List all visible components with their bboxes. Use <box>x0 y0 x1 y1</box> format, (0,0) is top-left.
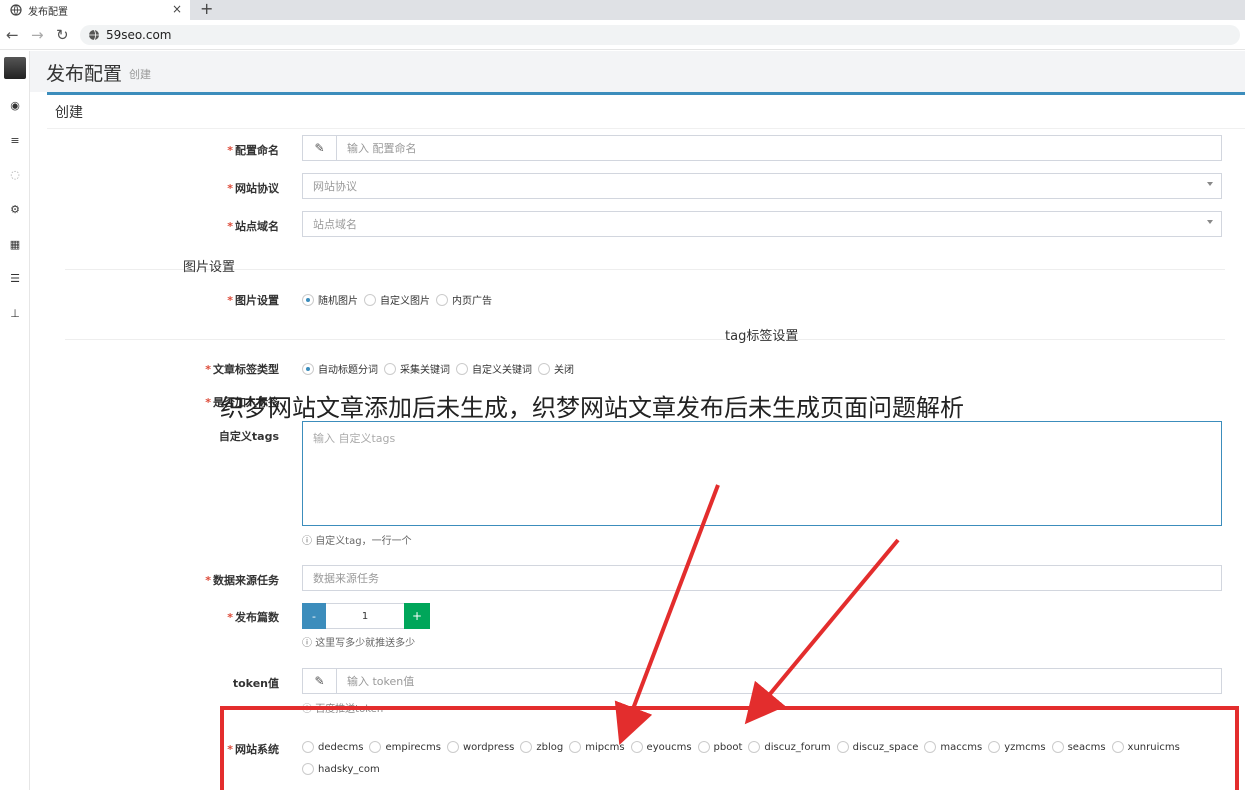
overlay-article-title: 织梦网站文章添加后未生成，织梦网站文章发布后未生成页面问题解析 <box>220 394 964 422</box>
red-arrow-2 <box>744 538 900 725</box>
red-arrow-1 <box>614 484 720 745</box>
